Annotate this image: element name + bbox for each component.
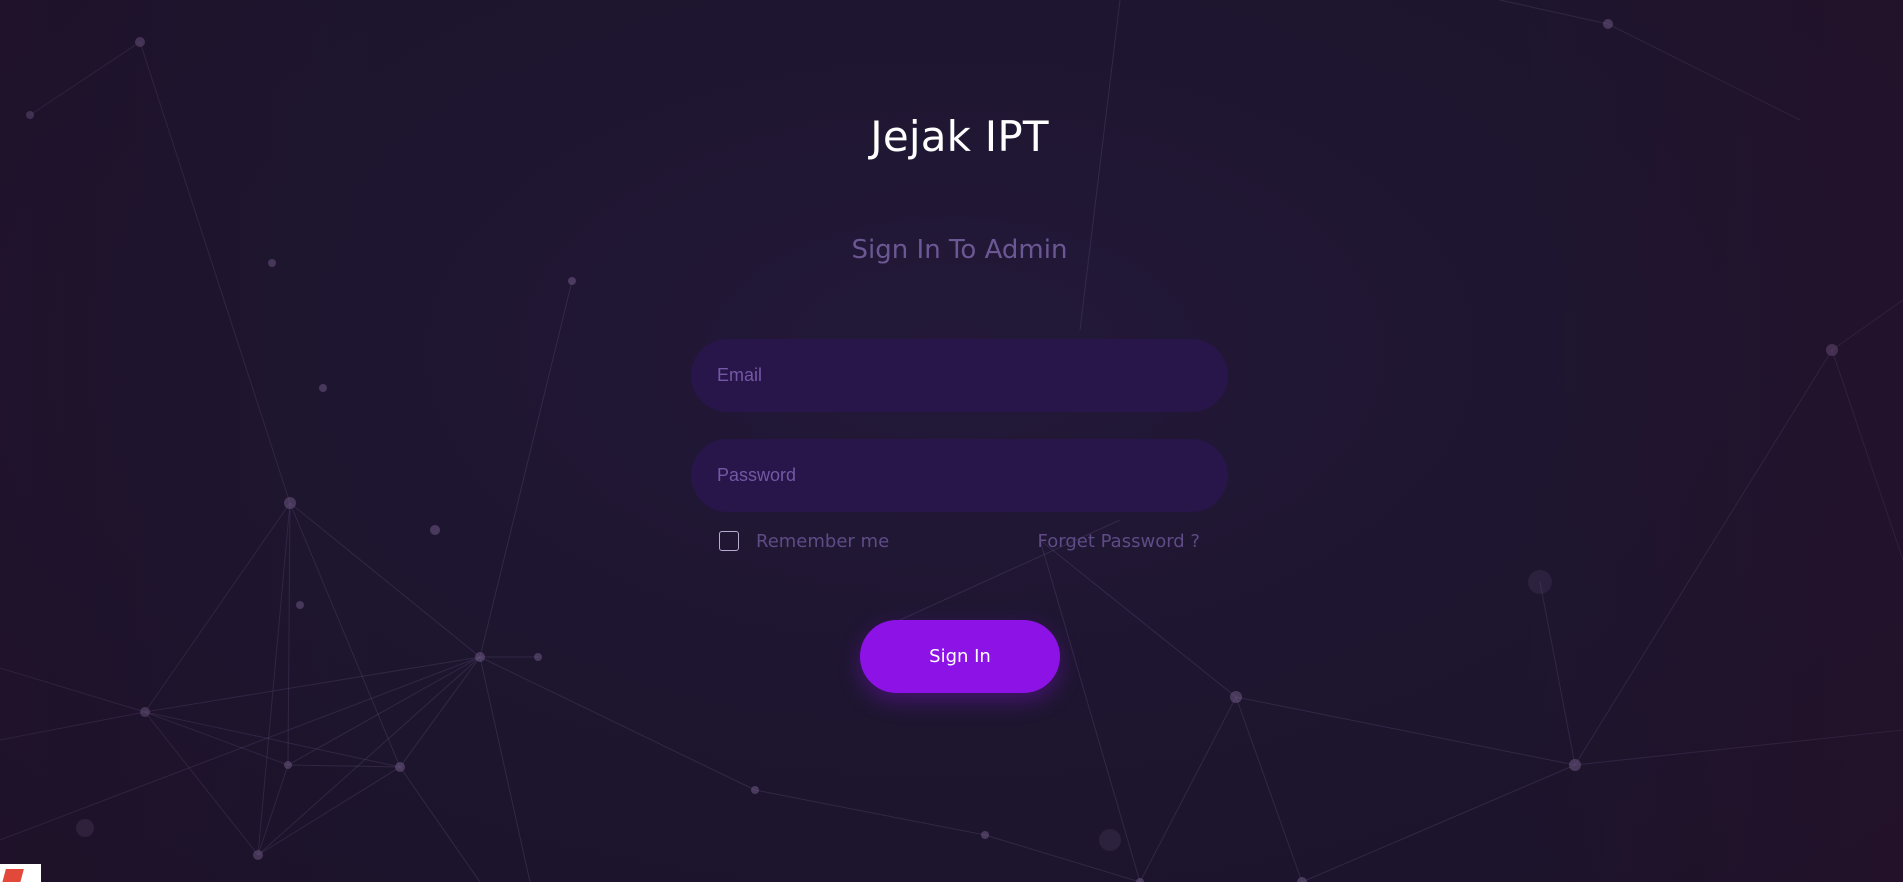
remember-me-label[interactable]: Remember me — [756, 531, 889, 553]
sign-in-button[interactable]: Sign In — [860, 620, 1060, 693]
forgot-password-link[interactable]: Forget Password ? — [1038, 531, 1200, 553]
email-input[interactable] — [691, 339, 1228, 412]
password-input[interactable] — [691, 439, 1228, 512]
logo-mark-icon — [2, 869, 24, 882]
remember-me-checkbox[interactable] — [719, 531, 739, 551]
app-title: Jejak IPT — [870, 112, 1049, 161]
login-options-row: Remember me Forget Password ? — [691, 531, 1228, 555]
sign-in-subtitle: Sign In To Admin — [851, 235, 1068, 265]
app-logo-icon[interactable] — [0, 864, 41, 882]
